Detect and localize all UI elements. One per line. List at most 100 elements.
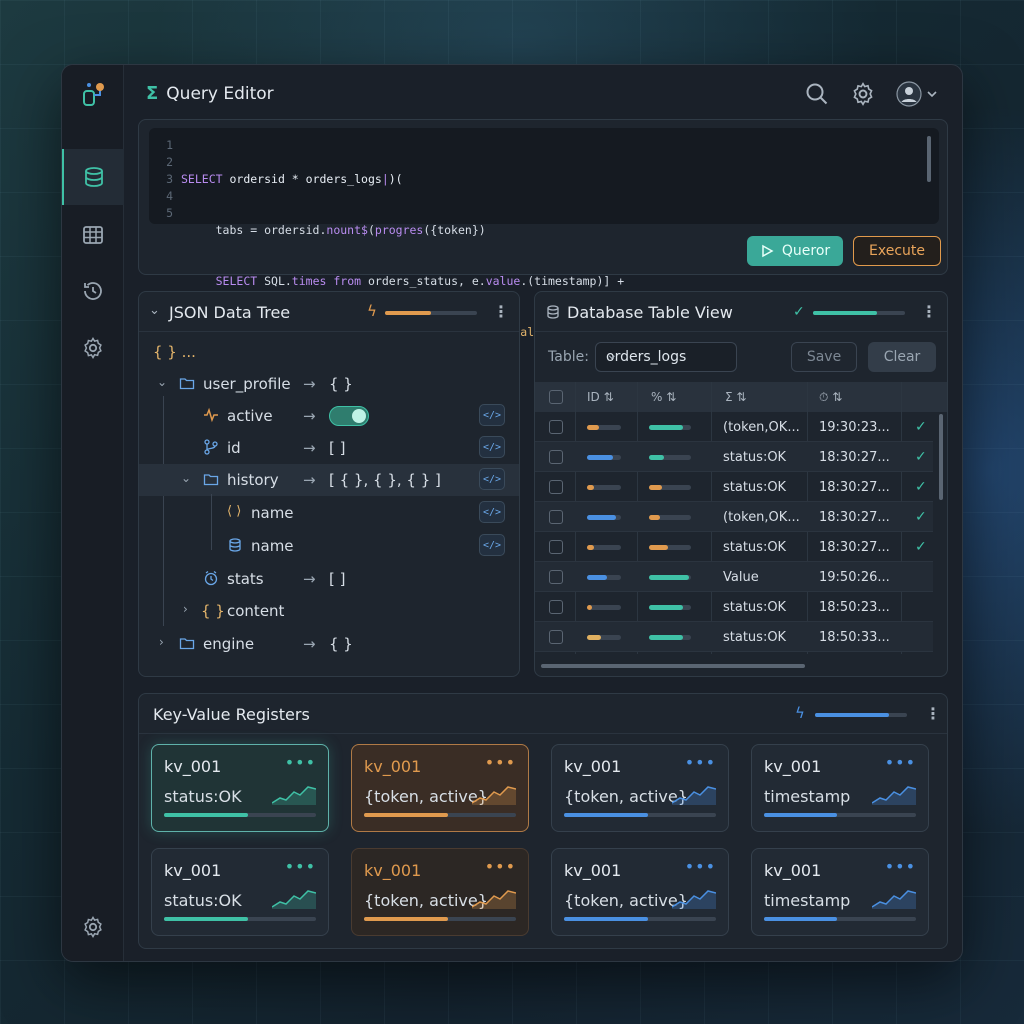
- row-text: Value: [723, 569, 759, 585]
- table-row[interactable]: status:OK 18:30:27... ✓: [535, 442, 933, 472]
- row-checkbox[interactable]: [549, 630, 563, 644]
- table-row[interactable]: Value 19:50:26...: [535, 562, 933, 592]
- tree-row-stats[interactable]: stats → [ ]: [139, 563, 519, 595]
- kv-card[interactable]: kv_001 ••• status:OK: [151, 744, 329, 832]
- column-header-id[interactable]: ID ⇅: [587, 382, 614, 412]
- tree-menu-icon[interactable]: ⋮: [493, 304, 509, 320]
- kv-key: kv_001: [564, 757, 622, 776]
- more-icon[interactable]: •••: [885, 753, 916, 772]
- code-icon[interactable]: </>: [479, 436, 505, 458]
- code-icon[interactable]: </>: [479, 501, 505, 523]
- tree-row-active[interactable]: active → </>: [139, 400, 519, 432]
- table-select[interactable]: orders_logs ⌄: [595, 342, 737, 372]
- query-button[interactable]: Queror: [747, 236, 843, 266]
- search-icon[interactable]: [804, 81, 830, 107]
- more-icon[interactable]: •••: [485, 857, 516, 876]
- tree-row-name-2[interactable]: name </>: [139, 530, 519, 562]
- chevron-right-icon: ›: [159, 635, 164, 649]
- save-button[interactable]: Save: [791, 342, 857, 372]
- more-icon[interactable]: •••: [485, 753, 516, 772]
- table-row[interactable]: status:OK 18:30:27... ✓: [535, 472, 933, 502]
- row-id-bar: [587, 514, 621, 520]
- more-icon[interactable]: •••: [885, 857, 916, 876]
- code-icon[interactable]: </>: [479, 404, 505, 426]
- row-text: status:OK: [723, 539, 787, 555]
- row-checkbox[interactable]: [549, 540, 563, 554]
- kv-card[interactable]: kv_001 ••• {token, active}: [351, 744, 529, 832]
- row-checkbox[interactable]: [549, 510, 563, 524]
- table-horizontal-scrollbar[interactable]: [541, 664, 805, 668]
- collapse-chevron-icon[interactable]: ⌄: [149, 303, 160, 318]
- tree-value: [ ]: [329, 439, 346, 457]
- table-menu-icon[interactable]: ⋮: [921, 304, 937, 320]
- row-checkbox[interactable]: [549, 480, 563, 494]
- more-icon[interactable]: •••: [685, 857, 716, 876]
- tree-value: [ { }, { }, { } ]: [329, 471, 441, 489]
- sidebar-item-settings[interactable]: [62, 320, 124, 376]
- editor-scrollbar[interactable]: [927, 136, 931, 182]
- row-checkbox[interactable]: [549, 600, 563, 614]
- kv-menu-icon[interactable]: ⋮: [925, 706, 941, 722]
- tree-progress-bar: [385, 311, 477, 315]
- row-percent-bar: [649, 514, 691, 520]
- table-row[interactable]: status:OK 18:50:33...: [535, 622, 933, 652]
- more-icon[interactable]: •••: [685, 753, 716, 772]
- table-row[interactable]: status:OK 18:50:23...: [535, 592, 933, 622]
- row-text: status:OK: [723, 629, 787, 645]
- table-vertical-scrollbar[interactable]: [939, 414, 943, 500]
- table-row[interactable]: (token,OK... 18:30:27... ✓: [535, 502, 933, 532]
- row-checkbox[interactable]: [549, 420, 563, 434]
- sparkline-icon: [872, 786, 916, 805]
- sparkline-icon: [272, 890, 316, 909]
- top-bar: Σ Query Editor: [124, 65, 962, 121]
- kv-card[interactable]: kv_001 ••• {token, active}: [551, 744, 729, 832]
- clear-button[interactable]: Clear: [868, 342, 936, 372]
- check-icon: ✓: [915, 509, 927, 525]
- tree-row-id[interactable]: id → [ ] </>: [139, 432, 519, 464]
- tree-key: history: [227, 471, 279, 489]
- column-header-time[interactable]: ⏱ ⇅: [819, 382, 842, 412]
- kv-card[interactable]: kv_001 ••• status:OK: [151, 848, 329, 936]
- sidebar-item-tables[interactable]: [62, 207, 124, 263]
- row-id-bar: [587, 544, 621, 550]
- row-checkbox[interactable]: [549, 450, 563, 464]
- kv-card[interactable]: kv_001 ••• timestamp: [751, 848, 929, 936]
- column-header-sum[interactable]: Σ ⇅: [725, 382, 746, 412]
- row-checkbox[interactable]: [549, 570, 563, 584]
- more-icon[interactable]: •••: [285, 753, 316, 772]
- more-icon[interactable]: •••: [285, 857, 316, 876]
- table-header: Database Table View ✓ ⋮: [535, 292, 947, 332]
- arrow-icon: →: [303, 407, 316, 425]
- tree-row-user-profile[interactable]: ⌄ user_profile → { }: [139, 368, 519, 400]
- tree-row-history[interactable]: ⌄ history → [ { }, { }, { } ] </>: [139, 464, 519, 496]
- active-toggle[interactable]: [329, 406, 369, 426]
- gear-icon[interactable]: [850, 81, 876, 107]
- sort-icon: ⇅: [736, 390, 747, 404]
- kv-level-bar: [364, 813, 516, 817]
- code-icon[interactable]: </>: [479, 468, 505, 490]
- kv-value: status:OK: [164, 787, 242, 806]
- select-all-checkbox[interactable]: [549, 390, 563, 404]
- tree-row-content[interactable]: › { } content: [139, 595, 519, 627]
- row-id-bar: [587, 574, 621, 580]
- tree-row-engine[interactable]: › engine → { }: [139, 628, 519, 660]
- table-row[interactable]: (token,OK... 19:30:23... ✓: [535, 412, 933, 442]
- table-label: Table:: [548, 349, 589, 365]
- code-editor[interactable]: 1 2 3 4 5 SELECT ordersid * orders_logs|)( t…: [149, 128, 939, 390]
- kv-card[interactable]: kv_001 ••• timestamp: [751, 744, 929, 832]
- kv-level-bar: [164, 813, 316, 817]
- kv-card[interactable]: kv_001 ••• {token, active}: [351, 848, 529, 936]
- sidebar-item-history[interactable]: [62, 263, 124, 319]
- sidebar-item-bottom-settings[interactable]: [62, 899, 124, 955]
- line-numbers: 1 2 3 4 5: [149, 137, 173, 222]
- execute-button[interactable]: Execute: [853, 236, 941, 266]
- kv-card[interactable]: kv_001 ••• {token, active}: [551, 848, 729, 936]
- tree-row-name-1[interactable]: ⟨ ⟩ name </>: [139, 497, 519, 529]
- tree-root-row[interactable]: { } ...: [139, 336, 519, 368]
- sidebar-item-database[interactable]: [62, 149, 124, 205]
- avatar-icon[interactable]: [896, 81, 942, 107]
- table-row[interactable]: status:OK 18:30:27... ✓: [535, 532, 933, 562]
- code-icon[interactable]: </>: [479, 534, 505, 556]
- column-header-percent[interactable]: % ⇅: [651, 382, 676, 412]
- json-tree-panel: ⌄ JSON Data Tree ϟ ⋮ { } ... ⌄ user_prof…: [138, 291, 520, 677]
